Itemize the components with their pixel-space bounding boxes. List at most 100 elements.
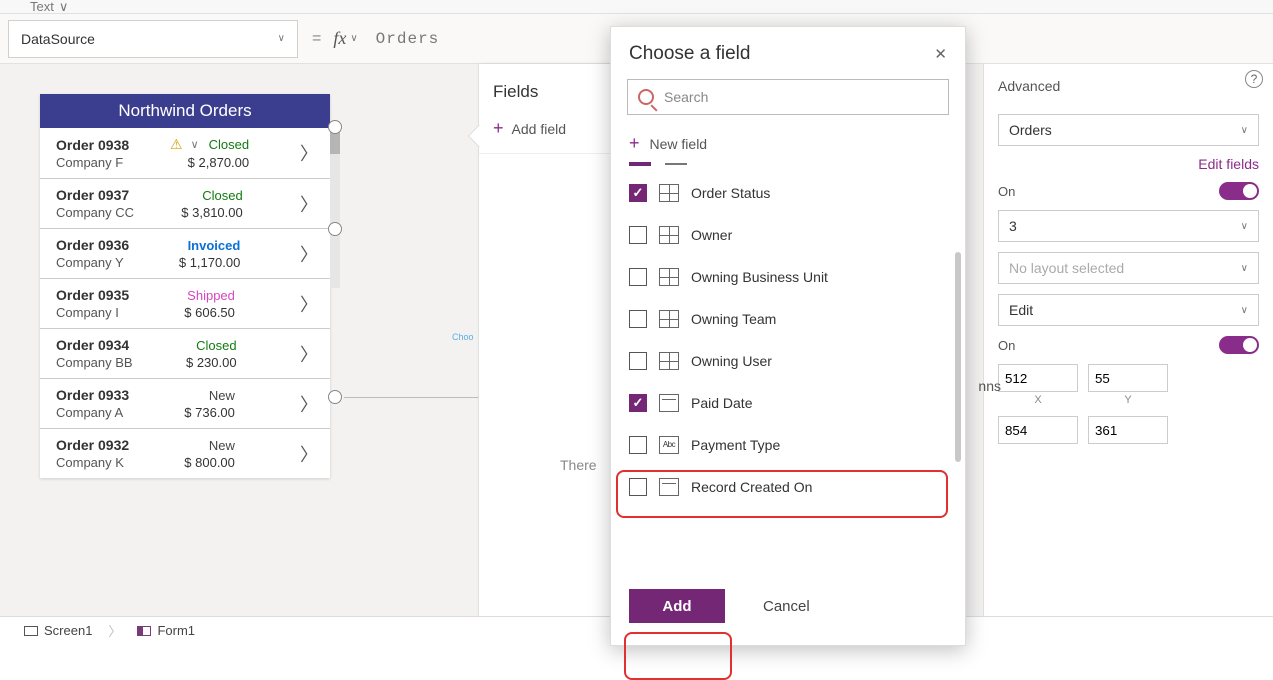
warning-icon: ⚠: [170, 136, 183, 153]
position-y-input[interactable]: [1088, 364, 1168, 392]
chevron-right-icon: 〉: [290, 191, 318, 217]
field-option[interactable]: Owner: [611, 214, 965, 256]
field-option[interactable]: Record Created On: [611, 466, 965, 508]
order-number: Order 0937: [56, 187, 134, 203]
field-type-icon: [659, 226, 679, 244]
form-icon: [137, 626, 151, 636]
chevron-down-icon[interactable]: ∨: [350, 33, 357, 44]
order-company: Company A: [56, 403, 129, 420]
field-type-icon: [659, 394, 679, 412]
order-row[interactable]: Order 0934Company BBClosed$ 230.00〉: [40, 328, 330, 378]
dialog-scrollbar[interactable]: [955, 252, 961, 462]
field-type-icon: [659, 184, 679, 202]
field-option[interactable]: Owning Business Unit: [611, 256, 965, 298]
breadcrumb-form[interactable]: Form1: [127, 619, 205, 642]
close-icon[interactable]: ✕: [934, 45, 947, 63]
decor-text: Choo: [452, 332, 474, 342]
tab-advanced[interactable]: Advanced: [998, 78, 1259, 104]
mode-select[interactable]: Edit ∨: [998, 294, 1259, 326]
snap-toggle[interactable]: [1219, 182, 1259, 200]
order-row[interactable]: Order 0935Company IShipped$ 606.50〉: [40, 278, 330, 328]
layout-select[interactable]: No layout selected ∨: [998, 252, 1259, 284]
size-h-input[interactable]: [1088, 416, 1168, 444]
breadcrumb-screen[interactable]: Screen1: [14, 619, 102, 642]
checkbox[interactable]: [629, 478, 647, 496]
order-company: Company Y: [56, 253, 129, 270]
field-list: Order StatusOwner Owning Business Unit Own…: [611, 172, 965, 579]
order-row[interactable]: Order 0936Company YInvoiced$ 1,170.00〉: [40, 228, 330, 278]
add-field-button[interactable]: + Add field: [479, 112, 612, 154]
checkbox[interactable]: [629, 226, 647, 244]
new-field-label: New field: [650, 136, 708, 152]
field-type-icon: [659, 478, 679, 496]
resize-handle[interactable]: [328, 120, 342, 134]
order-company: Company CC: [56, 203, 134, 220]
checkbox[interactable]: [629, 310, 647, 328]
field-option[interactable]: Paid Date: [611, 382, 965, 424]
filter-chip-icon: [665, 163, 687, 165]
field-option[interactable]: Order Status: [611, 172, 965, 214]
field-label: Owning User: [691, 353, 772, 369]
field-label: Owning Business Unit: [691, 269, 828, 285]
fx-icon[interactable]: fx: [333, 28, 346, 49]
order-row[interactable]: Order 0932Company KNew$ 800.00〉: [40, 428, 330, 478]
resize-handle[interactable]: [328, 222, 342, 236]
field-option[interactable]: Owning User: [611, 340, 965, 382]
edit-fields-link[interactable]: Edit fields: [1198, 156, 1259, 172]
checkbox[interactable]: [629, 184, 647, 202]
cancel-button[interactable]: Cancel: [751, 590, 822, 623]
field-label: Record Created On: [691, 479, 812, 495]
order-number: Order 0933: [56, 387, 129, 403]
order-status: New: [209, 438, 235, 453]
app-canvas: Northwind Orders Order 0938Company F⚠∨Cl…: [40, 94, 330, 478]
plus-icon: +: [493, 118, 504, 139]
order-amount: $ 2,870.00: [188, 153, 249, 170]
ribbon-text[interactable]: Text ∨: [30, 0, 68, 15]
field-option[interactable]: AbcPayment Type: [611, 424, 965, 466]
order-amount: $ 800.00: [184, 453, 235, 470]
property-name: DataSource: [21, 31, 95, 47]
toggle-label: On: [998, 338, 1015, 353]
field-option[interactable]: Owning Team: [611, 298, 965, 340]
chevron-right-icon: 〉: [290, 441, 318, 467]
selection-edge: [344, 397, 479, 398]
plus-icon: +: [629, 133, 640, 154]
search-icon: [638, 89, 654, 105]
position-x-input[interactable]: [998, 364, 1078, 392]
order-row[interactable]: Order 0937Company CC Closed$ 3,810.00 〉: [40, 178, 330, 228]
resize-handle[interactable]: [328, 390, 342, 404]
chevron-down-icon: ∨: [191, 138, 199, 151]
toggle-label: On: [998, 184, 1015, 199]
order-row[interactable]: Order 0933Company ANew$ 736.00〉: [40, 378, 330, 428]
order-company: Company BB: [56, 353, 133, 370]
size-w-input[interactable]: [998, 416, 1078, 444]
order-number: Order 0935: [56, 287, 129, 303]
field-type-icon: [659, 268, 679, 286]
checkbox[interactable]: [629, 352, 647, 370]
search-input[interactable]: Search: [627, 79, 949, 115]
gallery-scrollbar[interactable]: [330, 128, 340, 288]
columns-select[interactable]: 3 ∨: [998, 210, 1259, 242]
order-amount: $ 3,810.00: [181, 203, 242, 220]
chevron-right-icon: 〉: [290, 341, 318, 367]
checkbox[interactable]: [629, 436, 647, 454]
order-amount: $ 230.00: [186, 353, 237, 370]
property-selector[interactable]: DataSource ∨: [8, 20, 298, 58]
checkbox[interactable]: [629, 268, 647, 286]
order-company: Company K: [56, 453, 129, 470]
search-placeholder: Search: [664, 89, 708, 105]
order-row[interactable]: Order 0938Company F⚠∨Closed$ 2,870.00〉: [40, 128, 330, 178]
new-field-button[interactable]: + New field: [611, 127, 965, 162]
add-button[interactable]: Add: [629, 589, 725, 623]
visible-toggle[interactable]: [1219, 336, 1259, 354]
help-icon[interactable]: ?: [1245, 70, 1263, 88]
checkbox[interactable]: [629, 394, 647, 412]
chevron-down-icon: ∨: [1241, 221, 1248, 232]
choose-field-dialog: Choose a field ✕ Search + New field Orde…: [610, 26, 966, 646]
order-status: Closed: [202, 188, 242, 203]
chevron-right-icon: 〉: [290, 140, 318, 166]
formula-value[interactable]: Orders: [376, 30, 440, 48]
chevron-down-icon: ∨: [278, 33, 285, 44]
app-title: Northwind Orders: [118, 101, 251, 121]
data-source-select[interactable]: Orders ∨: [998, 114, 1259, 146]
